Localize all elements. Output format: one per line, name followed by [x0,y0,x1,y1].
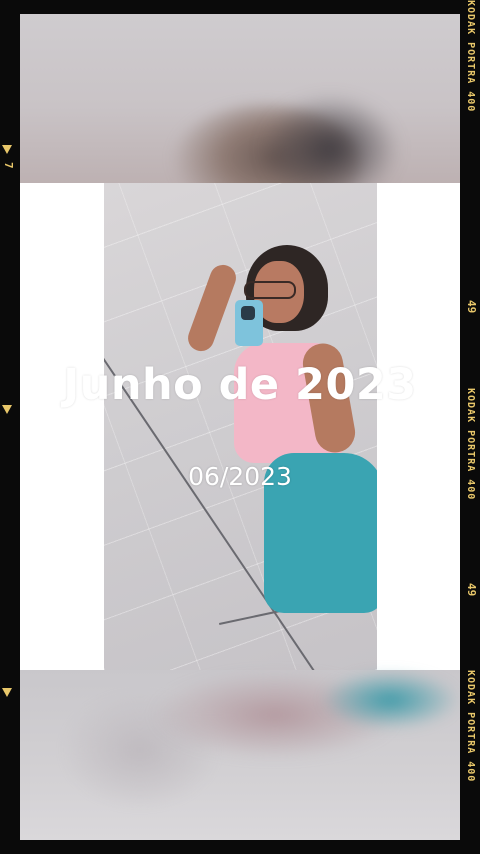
blurred-background-bottom [20,670,460,840]
video-canvas [20,14,460,840]
blurred-background-top [20,14,460,224]
mirror-selfie-photo [104,183,377,670]
film-left-marker: 7 [2,162,15,169]
film-brand-label-bottom: KODAK PORTRA 400 [465,670,476,783]
film-frame: KODAK PORTRA 400 49 KODAK PORTRA 400 49 … [0,0,480,854]
film-frame-number-bottom: 49 [465,583,478,597]
film-frame-number-top: 49 [465,300,478,314]
film-arrow-icon [2,688,12,697]
film-arrow-icon [2,145,12,154]
overlay-date: 06/2023 [188,462,292,491]
film-brand-label-top: KODAK PORTRA 400 [465,0,476,113]
overlay-title: Junho de 2023 [63,360,417,410]
